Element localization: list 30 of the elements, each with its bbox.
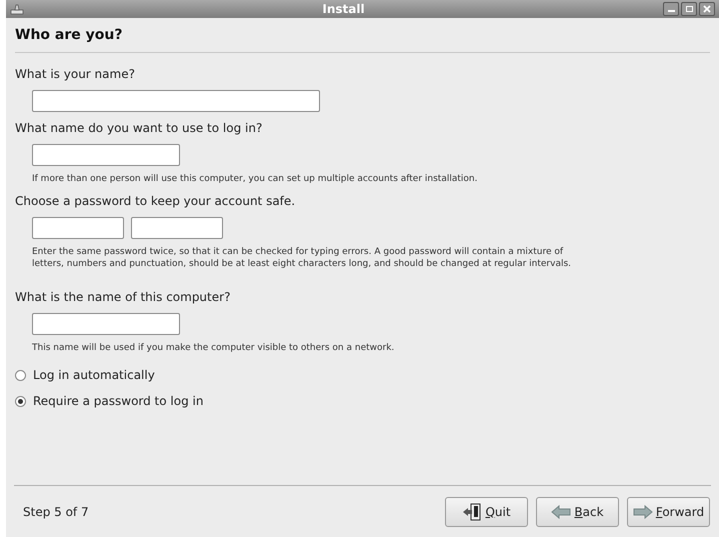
- hint-text: Enter the same password twice, so that it can be checked for typing errors. A good password will contain a mixture of letters, numbers and punctuation, should be at least eight characters long, and should be changed at regular intervals.: [32, 246, 572, 270]
- hint-text: This name will be used if you make the computer visible to others on a network.: [32, 342, 396, 354]
- close-icon: [703, 5, 711, 13]
- input-field[interactable]: [32, 217, 124, 239]
- page-heading: Who are you?: [15, 26, 124, 45]
- radio-label[interactable]: Require a password to log in: [33, 392, 204, 410]
- right-arrow-icon: [632, 504, 653, 518]
- window-title: Install: [321, 1, 366, 18]
- input-field[interactable]: [32, 144, 180, 166]
- input-field[interactable]: [32, 313, 180, 335]
- question-label: Choose a password to keep your account safe.: [15, 193, 296, 210]
- left-arrow-icon: [551, 504, 572, 518]
- question-label: What is your name?: [15, 66, 136, 83]
- question-label: What name do you want to use to log in?: [15, 120, 264, 137]
- input-field[interactable]: [32, 90, 320, 112]
- installer-icon: [10, 3, 24, 15]
- step-indicator: Step 5 of 7: [23, 504, 89, 520]
- hint-text: If more than one person will use this computer, you can set up multiple accounts after installation.: [32, 173, 478, 185]
- question-label: What is the name of this computer?: [15, 289, 232, 306]
- maximize-button[interactable]: [681, 2, 697, 16]
- forward-button[interactable]: Forward: [627, 496, 710, 526]
- input-field[interactable]: [131, 217, 223, 239]
- minimize-button[interactable]: [663, 2, 679, 16]
- radio-label[interactable]: Log in automatically: [33, 366, 155, 384]
- back-button[interactable]: Back: [536, 496, 619, 526]
- quit-button[interactable]: Quit: [445, 496, 528, 526]
- radio-button[interactable]: [15, 396, 26, 406]
- radio-button[interactable]: [15, 370, 26, 380]
- door-icon: [462, 502, 482, 520]
- close-button[interactable]: [699, 2, 715, 16]
